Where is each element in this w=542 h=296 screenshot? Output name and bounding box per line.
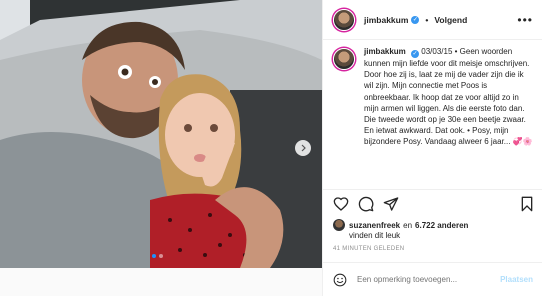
post-side-panel: jimbakkum ✓ • Volgend ••• jimbakkum ✓ 03… [322, 0, 542, 296]
verified-badge-icon: ✓ [411, 15, 420, 24]
bookmark-icon[interactable] [519, 196, 535, 212]
caption-avatar[interactable] [333, 48, 355, 70]
caption-username[interactable]: jimbakkum [364, 47, 406, 56]
emoji-icon[interactable] [333, 273, 347, 287]
caption: jimbakkum ✓ 03/03/15 • Geen woorden kunn… [333, 46, 535, 188]
liker-avatar[interactable] [333, 219, 345, 231]
likes-and: en [403, 220, 413, 230]
likes-others[interactable]: 6.722 anderen [415, 221, 468, 230]
caption-text: Geen woorden kunnen mijn liefde voor dit… [364, 47, 533, 147]
action-bar [323, 189, 542, 217]
post-photo[interactable] [0, 0, 322, 268]
photo-footer-space [0, 268, 322, 296]
next-photo-button[interactable] [295, 140, 311, 156]
comment-input[interactable] [357, 275, 497, 284]
follow-status-button[interactable]: Volgend [434, 15, 467, 25]
photo-illustration [0, 0, 322, 268]
carousel-dot [159, 254, 163, 258]
comment-bar: Plaatsen [323, 262, 542, 296]
likes-summary: suzanenfreek en 6.722 anderen [333, 219, 468, 231]
carousel-dot-active [152, 254, 156, 258]
post-timestamp[interactable]: 41 MINUTEN GELEDEN [333, 246, 404, 252]
verified-badge-icon: ✓ [411, 50, 420, 58]
caption-text-block: jimbakkum ✓ 03/03/15 • Geen woorden kunn… [364, 47, 533, 147]
chevron-right-icon [301, 144, 306, 152]
post-header: jimbakkum ✓ • Volgend ••• [323, 0, 542, 40]
comment-icon[interactable] [358, 196, 374, 212]
share-icon[interactable] [383, 196, 399, 212]
more-options-icon[interactable]: ••• [517, 13, 533, 27]
liker-username[interactable]: suzanenfreek [349, 221, 400, 230]
post-comment-button[interactable]: Plaatsen [500, 275, 533, 284]
avatar[interactable] [333, 8, 355, 31]
header-username[interactable]: jimbakkum [364, 15, 408, 25]
heart-icon[interactable] [333, 196, 349, 212]
carousel-indicator [152, 254, 163, 258]
caption-date: 03/03/15 [421, 47, 453, 56]
likes-line2: vinden dit leuk [349, 231, 401, 240]
instagram-post: jimbakkum ✓ • Volgend ••• jimbakkum ✓ 03… [0, 0, 542, 296]
